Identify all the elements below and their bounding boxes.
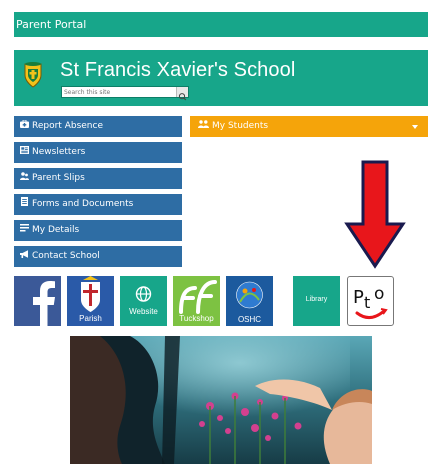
my-students-label: My Students bbox=[212, 121, 269, 131]
tile-label: Website bbox=[129, 307, 158, 316]
tile-website[interactable]: Website bbox=[120, 276, 167, 326]
first-aid-icon bbox=[19, 116, 29, 137]
portal-title: Parent Portal bbox=[16, 18, 87, 31]
tile-parish[interactable]: Parish bbox=[67, 276, 114, 326]
aquarium-photo bbox=[70, 336, 372, 464]
tile-pto[interactable]: P t o bbox=[347, 276, 394, 326]
svg-text:P: P bbox=[353, 287, 364, 308]
nav-newsletters[interactable]: Newsletters bbox=[14, 142, 182, 163]
svg-text:t: t bbox=[364, 293, 370, 312]
school-crest-icon[interactable] bbox=[22, 61, 44, 89]
tile-tuckshop[interactable]: Tuckshop bbox=[173, 276, 220, 326]
chevron-down-icon bbox=[412, 116, 418, 137]
facebook-icon bbox=[33, 281, 55, 326]
document-icon bbox=[19, 194, 29, 215]
school-banner: St Francis Xavier's School bbox=[14, 50, 428, 106]
tile-oshc[interactable]: OSHC bbox=[226, 276, 273, 326]
list-icon bbox=[19, 220, 29, 241]
nav-forms-documents[interactable]: Forms and Documents bbox=[14, 194, 182, 215]
tile-label: Library bbox=[305, 296, 328, 303]
svg-text:o: o bbox=[374, 284, 384, 304]
nav-label: My Details bbox=[32, 225, 80, 235]
nav-my-details[interactable]: My Details bbox=[14, 220, 182, 241]
search-button[interactable] bbox=[176, 87, 188, 101]
school-photo bbox=[70, 336, 372, 464]
globe-icon bbox=[135, 286, 152, 302]
search-icon bbox=[178, 93, 187, 101]
search-input[interactable] bbox=[62, 87, 174, 97]
group-icon bbox=[198, 116, 209, 137]
red-arrow-icon bbox=[344, 160, 406, 269]
users-icon bbox=[19, 168, 29, 189]
nav-contact-school[interactable]: Contact School bbox=[14, 246, 182, 267]
tile-label: Tuckshop bbox=[179, 314, 214, 323]
portal-header: Parent Portal bbox=[14, 12, 428, 37]
tile-library[interactable]: Library bbox=[293, 276, 340, 326]
nav-label: Newsletters bbox=[32, 147, 86, 157]
newspaper-icon bbox=[19, 142, 29, 163]
tile-facebook[interactable] bbox=[14, 276, 61, 326]
pto-icon: P t o bbox=[353, 284, 388, 319]
my-students-dropdown[interactable]: My Students bbox=[190, 116, 428, 137]
site-search bbox=[61, 86, 189, 101]
nav-label: Contact School bbox=[32, 251, 100, 261]
nav-label: Parent Slips bbox=[32, 173, 85, 183]
school-name[interactable]: St Francis Xavier's School bbox=[60, 59, 295, 82]
tile-label: OSHC bbox=[237, 315, 262, 324]
tile-label: Parish bbox=[79, 314, 102, 323]
megaphone-icon bbox=[19, 246, 29, 267]
nav-report-absence[interactable]: Report Absence bbox=[14, 116, 182, 137]
nav-parent-slips[interactable]: Parent Slips bbox=[14, 168, 182, 189]
nav-label: Forms and Documents bbox=[32, 199, 134, 209]
nav-label: Report Absence bbox=[32, 121, 103, 131]
